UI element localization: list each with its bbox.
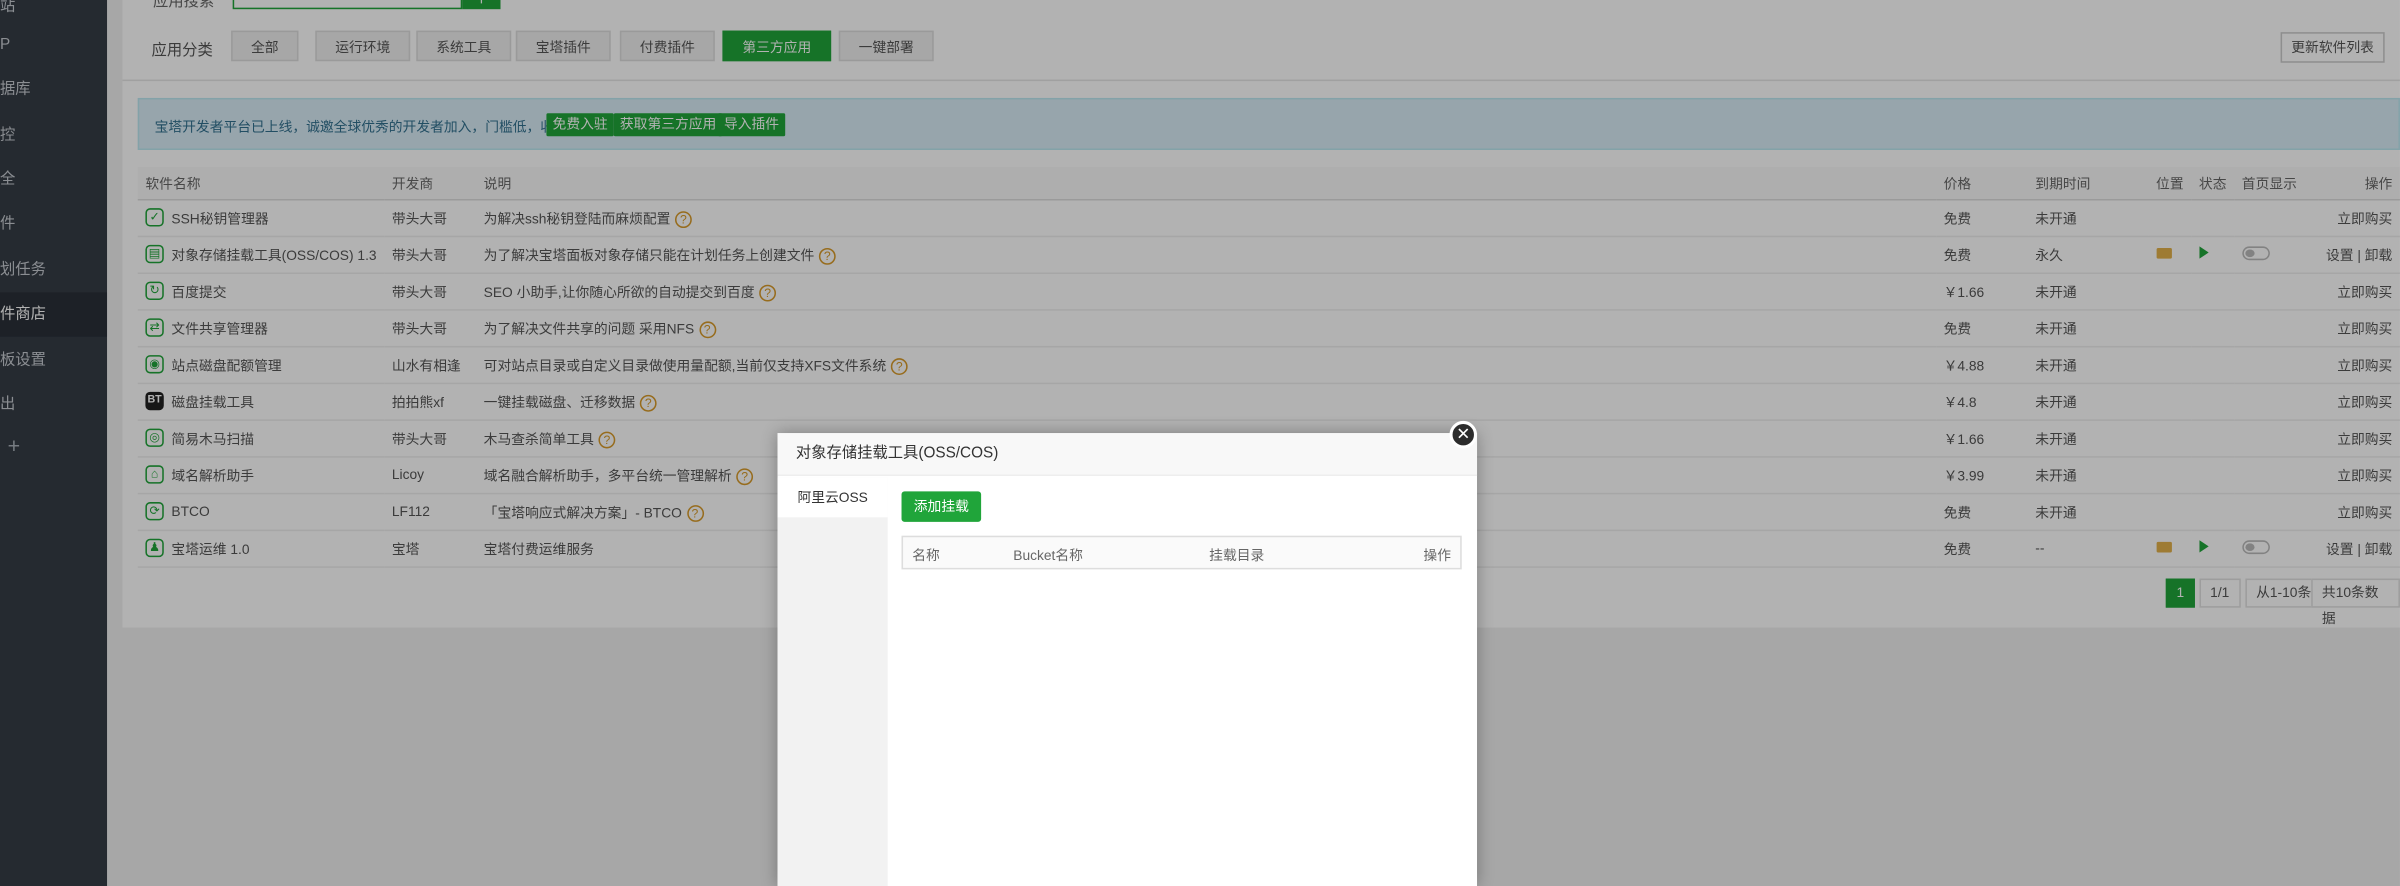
mount-table-header: 名称 Bucket名称 挂载目录 操作 xyxy=(901,535,1462,570)
modal-sidebar: 阿里云OSS xyxy=(777,477,888,886)
mount-col-bucket: Bucket名称 xyxy=(1013,547,1083,564)
tab-aliyun-oss[interactable]: 阿里云OSS xyxy=(777,477,888,518)
add-mount-button[interactable]: 添加挂载 xyxy=(901,491,982,522)
mount-col-action: 操作 xyxy=(1423,547,1452,564)
oss-modal: 对象存储挂载工具(OSS/COS) 阿里云OSS 添加挂载 名称 Bucket名… xyxy=(777,433,1478,886)
mount-col-name: 名称 xyxy=(912,547,940,564)
close-icon[interactable]: ✕ xyxy=(1449,420,1478,449)
modal-title: 对象存储挂载工具(OSS/COS) xyxy=(777,433,1478,477)
mount-col-dir: 挂载目录 xyxy=(1209,547,1265,564)
